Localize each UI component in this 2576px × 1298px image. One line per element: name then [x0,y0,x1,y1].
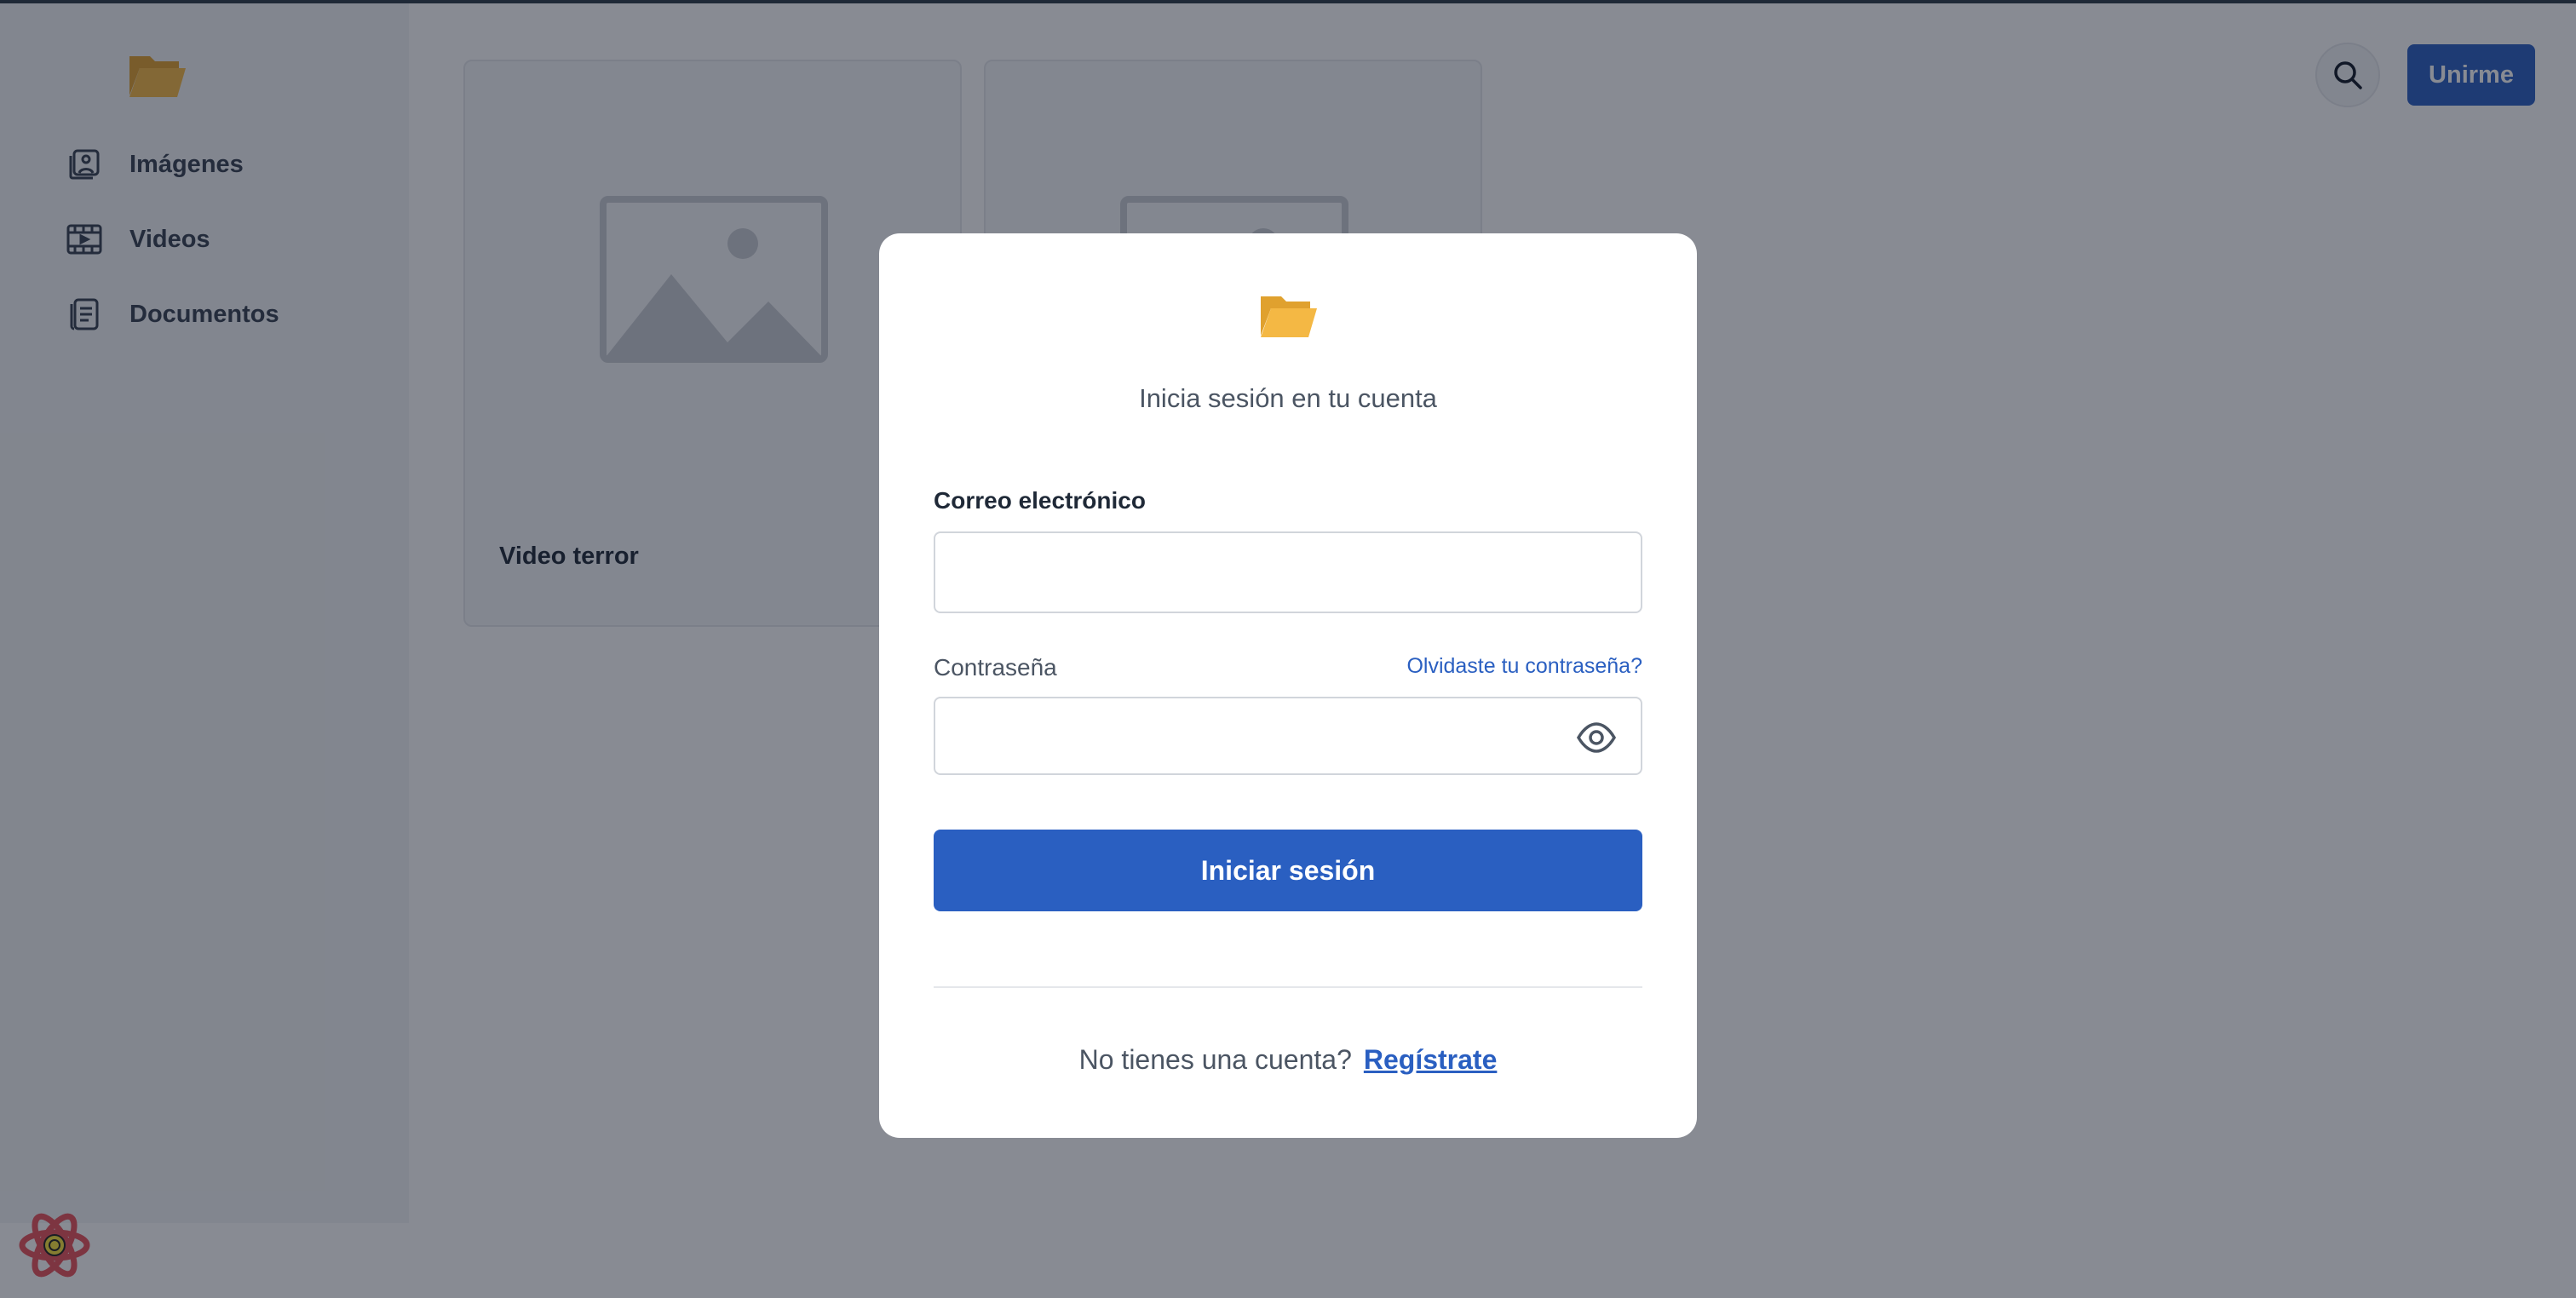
email-label: Correo electrónico [934,487,1146,514]
forgot-password-link[interactable]: Olvidaste tu contraseña? [1406,654,1642,679]
password-label: Contraseña [934,654,1057,681]
eye-icon[interactable] [1576,719,1617,756]
signup-link[interactable]: Regístrate [1364,1044,1498,1075]
modal-title: Inicia sesión en tu cuenta [1139,383,1437,413]
signup-row: No tienes una cuenta? Regístrate [879,1044,1697,1076]
login-button[interactable]: Iniciar sesión [934,830,1642,911]
app-root: Imágenes Videos Documentos [0,0,2576,1298]
window-top-border [0,0,2576,3]
no-account-text: No tienes una cuenta? [1078,1044,1352,1075]
folder-open-icon [1261,296,1317,337]
password-field[interactable] [934,697,1642,775]
email-field[interactable] [934,531,1642,613]
login-modal: Inicia sesión en tu cuenta Correo electr… [879,233,1697,1138]
divider [934,986,1642,988]
